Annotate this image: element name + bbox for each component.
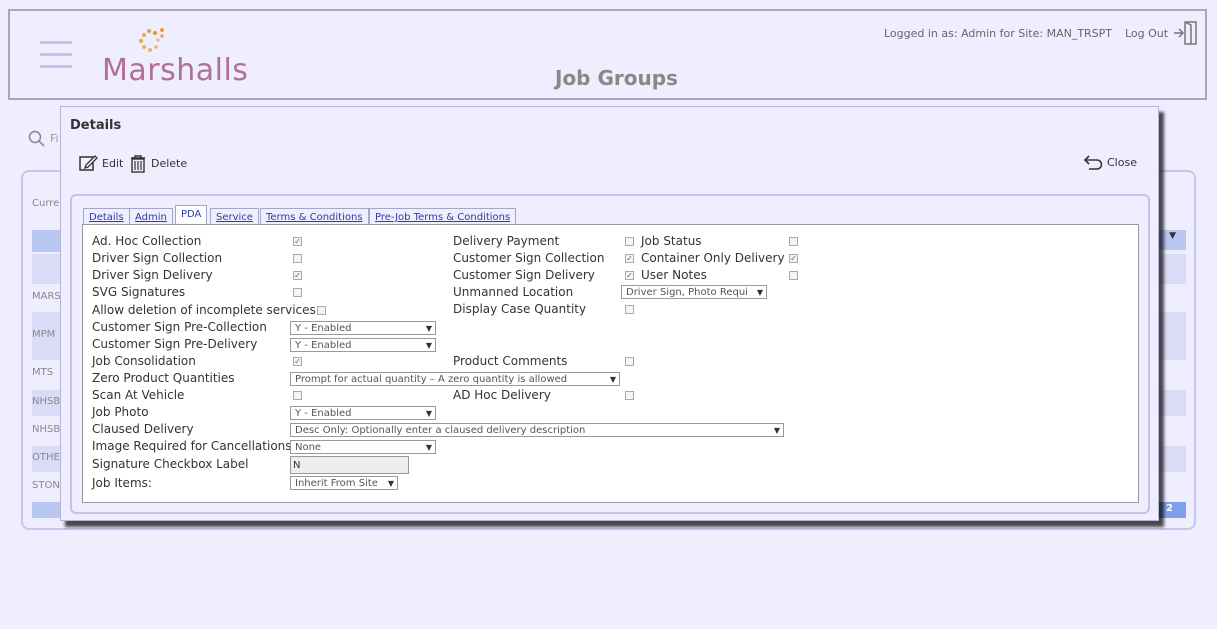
close-button[interactable]: Close — [1083, 154, 1137, 170]
list-item[interactable]: NHSB — [32, 396, 60, 407]
allow-deletion-label: Allow deletion of incomplete services — [92, 303, 316, 317]
list-item[interactable]: MPM — [32, 329, 55, 340]
ad-hoc-delivery-checkbox[interactable] — [625, 391, 634, 400]
ad-hoc-delivery-label: AD Hoc Delivery — [453, 388, 551, 402]
image-required-cancellations-label: Image Required for Cancellations — [92, 439, 292, 453]
container-only-delivery-label: Container Only Delivery — [641, 251, 785, 265]
image-required-cancellations-select[interactable]: None ▼ — [290, 440, 436, 454]
container-only-delivery-checkbox[interactable]: ✓ — [789, 254, 798, 263]
undo-arrow-icon — [1083, 155, 1103, 170]
page-number[interactable]: 2 — [1166, 503, 1173, 514]
chevron-down-icon: ▼ — [387, 479, 394, 488]
ad-hoc-collection-checkbox[interactable]: ✓ — [293, 237, 302, 246]
unmanned-location-label: Unmanned Location — [453, 285, 574, 299]
tab-service[interactable]: Service — [210, 208, 259, 224]
customer-sign-delivery-label: Customer Sign Delivery — [453, 268, 595, 282]
customer-sign-collection-label: Customer Sign Collection — [453, 251, 605, 265]
customer-sign-pre-delivery-select[interactable]: Y - Enabled ▼ — [290, 338, 436, 352]
edit-icon — [79, 155, 98, 171]
driver-sign-delivery-label: Driver Sign Delivery — [92, 268, 213, 282]
customer-sign-pre-delivery-label: Customer Sign Pre-Delivery — [92, 337, 258, 351]
driver-sign-delivery-checkbox[interactable]: ✓ — [293, 271, 302, 280]
search-icon[interactable] — [28, 130, 46, 148]
signature-checkbox-label-label: Signature Checkbox Label — [92, 457, 249, 471]
zero-product-quantities-label: Zero Product Quantities — [92, 371, 235, 385]
chevron-down-icon: ▼ — [425, 341, 432, 350]
driver-sign-collection-checkbox[interactable] — [293, 254, 302, 263]
logged-in-status: Logged in as: Admin for Site: MAN_TRSPT — [884, 27, 1113, 40]
customer-sign-pre-collection-label: Customer Sign Pre-Collection — [92, 320, 267, 334]
tab-terms-conditions[interactable]: Terms & Conditions — [260, 208, 369, 224]
tab-admin[interactable]: Admin — [129, 208, 173, 224]
chevron-down-icon: ▼ — [609, 375, 616, 384]
app-header: Marshalls Job Groups Logged in as: Admin… — [8, 9, 1207, 100]
page-title: Job Groups — [555, 66, 678, 90]
list-item[interactable]: STON — [32, 480, 60, 491]
tab-pre-job-terms-conditions[interactable]: Pre-Job Terms & Conditions — [369, 208, 517, 224]
list-header-band — [32, 230, 62, 252]
close-label: Close — [1107, 155, 1137, 169]
list-item[interactable]: OTHE — [32, 452, 60, 463]
list-footer-band — [32, 502, 62, 518]
edit-button[interactable]: Edit — [79, 154, 123, 172]
claused-delivery-label: Claused Delivery — [92, 422, 194, 436]
logout-link[interactable]: Log Out — [1125, 27, 1168, 40]
claused-delivery-select[interactable]: Desc Only: Optionally enter a claused de… — [290, 423, 784, 437]
delete-button[interactable]: Delete — [129, 154, 187, 173]
allow-deletion-checkbox[interactable] — [317, 306, 326, 315]
ad-hoc-collection-label: Ad. Hoc Collection — [92, 234, 202, 248]
scan-at-vehicle-checkbox[interactable] — [293, 391, 302, 400]
logo-text: Marshalls — [102, 53, 249, 88]
delete-label: Delete — [151, 157, 188, 170]
customer-sign-collection-checkbox[interactable]: ✓ — [625, 254, 634, 263]
current-label-fragment: Curre — [32, 198, 60, 209]
list-item[interactable]: MTS — [32, 367, 53, 378]
list-item[interactable]: NHSB — [32, 424, 60, 435]
tabs-container: Details Admin PDA Service Terms & Condit… — [70, 194, 1150, 514]
trash-icon — [131, 155, 145, 173]
zero-product-quantities-select[interactable]: Prompt for actual quantity – A zero quan… — [290, 372, 620, 386]
signature-checkbox-label-input[interactable] — [290, 456, 409, 474]
customer-sign-delivery-checkbox[interactable]: ✓ — [625, 271, 634, 280]
pda-tab-panel: Ad. Hoc Collection ✓ Driver Sign Collect… — [82, 224, 1139, 503]
chevron-down-icon: ▼ — [425, 443, 432, 452]
chevron-down-icon: ▼ — [773, 426, 780, 435]
chevron-down-icon: ▼ — [425, 409, 432, 418]
list-item[interactable]: MARS — [32, 291, 61, 302]
modal-title: Details — [70, 118, 122, 133]
job-items-label: Job Items: — [92, 476, 152, 490]
product-comments-checkbox[interactable] — [625, 357, 634, 366]
job-items-select[interactable]: Inherit From Site ▼ — [290, 476, 398, 490]
menu-icon[interactable] — [40, 41, 72, 69]
svg-signatures-label: SVG Signatures — [92, 285, 186, 299]
chevron-down-icon: ▼ — [756, 288, 763, 297]
tab-details[interactable]: Details — [83, 208, 130, 224]
logout-icon[interactable] — [1172, 20, 1200, 46]
edit-label: Edit — [102, 156, 124, 170]
job-photo-select[interactable]: Y - Enabled ▼ — [290, 406, 436, 420]
job-consolidation-checkbox[interactable]: ✓ — [293, 357, 302, 366]
display-case-quantity-label: Display Case Quantity — [453, 302, 587, 316]
chevron-down-icon: ▼ — [425, 324, 432, 333]
svg-signatures-checkbox[interactable] — [293, 288, 302, 297]
display-case-quantity-checkbox[interactable] — [625, 305, 634, 314]
delivery-payment-checkbox[interactable] — [625, 237, 634, 246]
details-modal: Details Edit Delete Close Details Admin … — [60, 106, 1159, 521]
list-band — [32, 254, 62, 284]
job-status-checkbox[interactable] — [789, 237, 798, 246]
unmanned-location-select[interactable]: Driver Sign, Photo Requi ▼ — [621, 285, 767, 299]
user-notes-label: User Notes — [641, 268, 707, 282]
search-input-fragment[interactable]: Fi — [50, 132, 59, 145]
customer-sign-pre-collection-select[interactable]: Y - Enabled ▼ — [290, 321, 436, 335]
job-photo-label: Job Photo — [92, 405, 149, 419]
dropdown-arrow-icon[interactable]: ▼ — [1169, 231, 1176, 241]
delivery-payment-label: Delivery Payment — [453, 234, 560, 248]
job-status-label: Job Status — [641, 234, 702, 248]
user-notes-checkbox[interactable] — [789, 271, 798, 280]
driver-sign-collection-label: Driver Sign Collection — [92, 251, 223, 265]
scan-at-vehicle-label: Scan At Vehicle — [92, 388, 185, 402]
tab-pda[interactable]: PDA — [175, 205, 208, 225]
job-consolidation-label: Job Consolidation — [92, 354, 196, 368]
product-comments-label: Product Comments — [453, 354, 568, 368]
